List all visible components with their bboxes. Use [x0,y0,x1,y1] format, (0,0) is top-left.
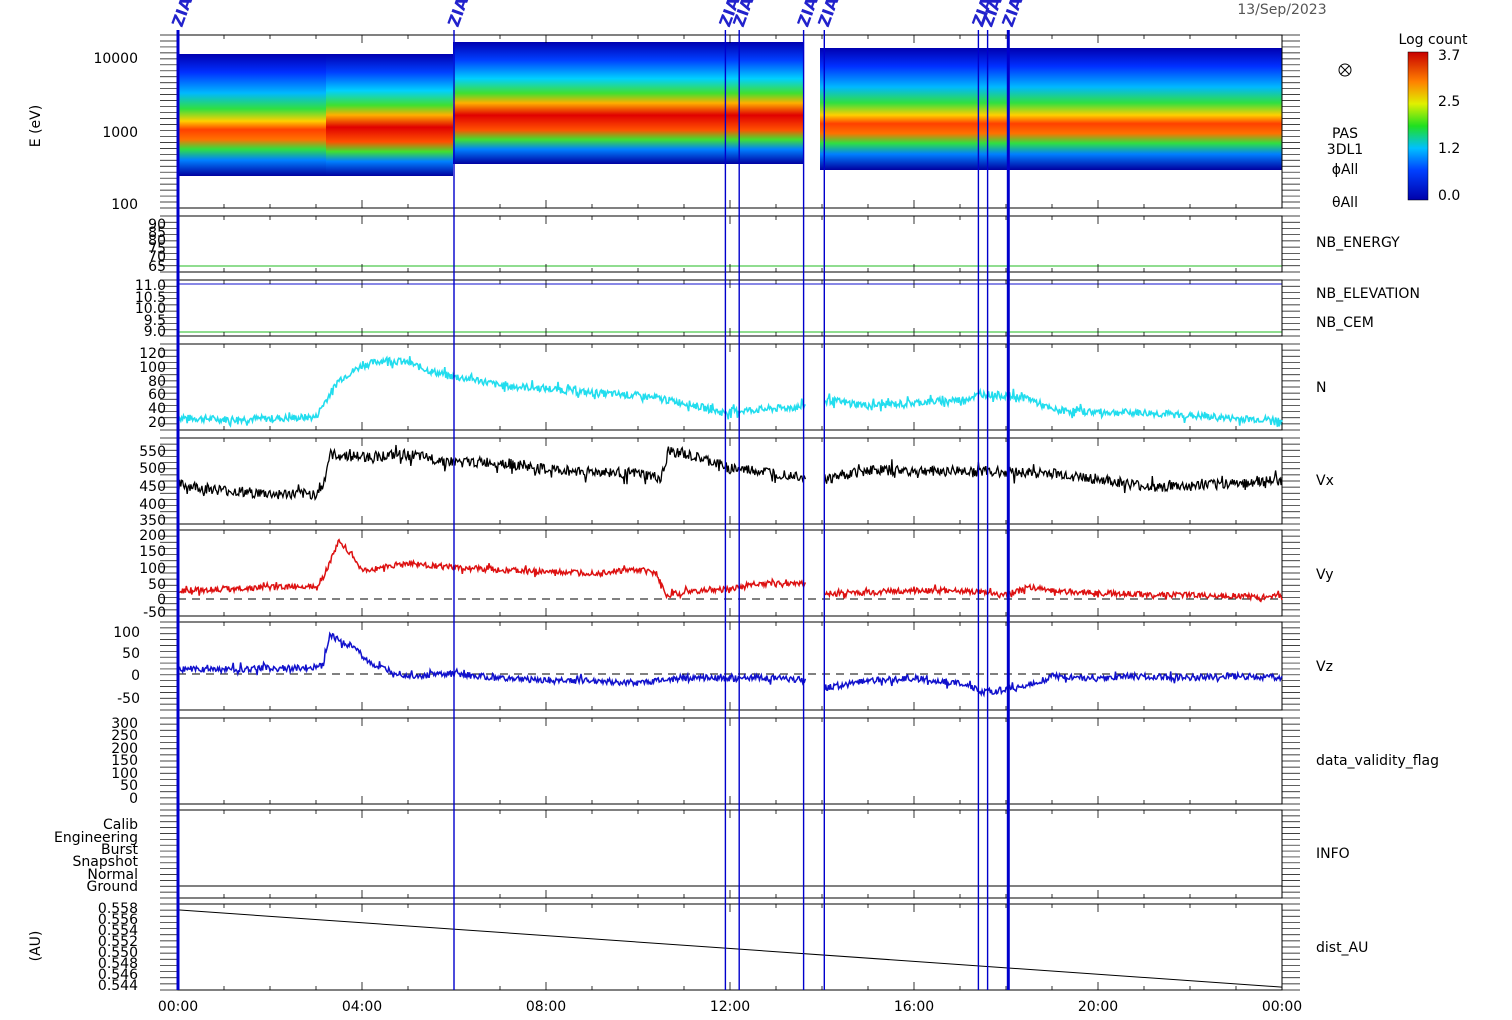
vx-label: Vx [1316,473,1334,489]
distance-label: dist_AU [1316,940,1368,956]
colorbar-tick: 0.0 [1438,188,1460,204]
vx-frame [177,437,1283,525]
colorbar-tick: 1.2 [1438,141,1460,157]
nb-energy-label: NB_ENERGY [1316,235,1400,251]
info-label: INFO [1316,846,1350,862]
distance-panel: (AU) 0.558 0.556 0.554 0.552 0.550 0.548… [28,901,1368,994]
vz-ytick: 0 [131,668,140,684]
data-validity-label: data_validity_flag [1316,753,1439,769]
density-frame [177,343,1283,431]
spectrogram-band [326,54,453,176]
vz-ytick: 50 [122,646,140,662]
axis-tick-marks [160,34,1300,991]
vx-ytick: 350 [139,513,166,529]
x-tick-label: 04:00 [342,999,382,1015]
data-validity-ytick: 0 [129,791,138,807]
spectrogram-ylabel: E (eV) [28,105,44,147]
info-ytick: Ground [87,879,139,895]
density-label: N [1316,380,1326,396]
spectrogram-ytick: 10000 [93,51,138,67]
vy-ytick: 150 [139,544,166,560]
colorbar-ticks: 3.7 2.5 1.2 0.0 [1438,48,1460,204]
vy-frame [177,529,1283,617]
data-validity-panel: 300 250 200 150 100 50 0 data_validity_f… [111,716,1439,807]
vy-ytick: -50 [143,605,166,621]
x-tick-label: 12:00 [710,999,750,1015]
colorbar-title: Log count [1399,32,1468,48]
vz-label: Vz [1316,659,1333,675]
plot-canvas: 13/Sep/2023 Log count 3.7 2.5 1.2 0.0 E … [28,0,1468,1015]
density-series-line [177,355,1283,428]
vx-series-line [177,444,1283,502]
nb-elevation-label: NB_ELEVATION [1316,286,1420,302]
info-frame [177,809,1283,899]
spectrogram-band [178,54,326,176]
vx-panel: 550 500 450 400 350 Vx [139,437,1334,529]
nb-energy-ytick: 65 [148,259,166,275]
x-tick-label: 00:00 [158,999,198,1015]
spectrogram-band [820,48,1282,170]
nb-energy-panel: 90 85 80 75 70 65 NB_ENERGY [148,215,1400,275]
density-panel: 120 100 80 60 40 20 N [139,343,1326,431]
x-tick-label: 08:00 [526,999,566,1015]
distance-series-line [177,909,1283,988]
vy-ytick: 100 [139,561,166,577]
spectrogram-ytick: 100 [111,197,138,213]
nb-elevation-frame [177,279,1283,337]
colorbar-tick: 2.5 [1438,94,1460,110]
density-yticks: 120 100 80 60 40 20 [139,346,166,431]
event-marker-label: ZIAS [444,0,476,29]
colorbar-tick: 3.7 [1438,48,1460,64]
x-axis: 00:00 04:00 08:00 12:00 16:00 20:00 00:0… [158,999,1302,1015]
distance-frame [177,903,1283,991]
vy-series-line [177,538,1283,603]
distance-ylabel: (AU) [28,931,44,962]
vz-frame [177,621,1283,711]
distance-ytick: 0.544 [98,978,138,994]
direction-into-page-icon [1338,63,1352,77]
info-panel: Calib Engineering Burst Snapshot Normal … [54,809,1350,899]
spectrogram-panel: E (eV) 10000 1000 100 PAS 3DL1 ϕAll θAll [28,34,1363,213]
vz-panel: 100 50 0 -50 Vz [113,621,1333,711]
vx-ytick: 550 [139,444,166,460]
spectrogram-side-label: PAS [1332,126,1358,142]
nb-cem-label: NB_CEM [1316,315,1374,331]
spectrogram-side-label: θAll [1332,195,1358,211]
vz-ytick: 100 [113,625,140,641]
spectrogram-band [453,42,803,164]
nb-elevation-panel: 11.0 10.5 10.0 9.5 9.0 NB_ELEVATION NB_C… [135,278,1420,340]
x-tick-label: 00:00 [1262,999,1302,1015]
date-title: 13/Sep/2023 [1237,2,1326,18]
spectrogram-ytick: 1000 [102,125,138,141]
vz-series-line [177,631,1283,698]
colorbar [1407,51,1429,201]
spectrogram-side-label: 3DL1 [1327,142,1363,158]
data-validity-frame [177,717,1283,805]
vz-ytick: -50 [117,691,140,707]
x-tick-label: 16:00 [894,999,934,1015]
nb-elevation-ytick: 9.0 [144,324,166,340]
event-marker-label: ZIAS [168,0,200,29]
x-tick-label: 20:00 [1078,999,1118,1015]
spectrogram-side-label: ϕAll [1332,162,1359,178]
vy-label: Vy [1316,567,1334,583]
nb-energy-frame [177,215,1283,273]
vy-panel: 200 150 100 50 0 -50 Vy [139,528,1333,621]
